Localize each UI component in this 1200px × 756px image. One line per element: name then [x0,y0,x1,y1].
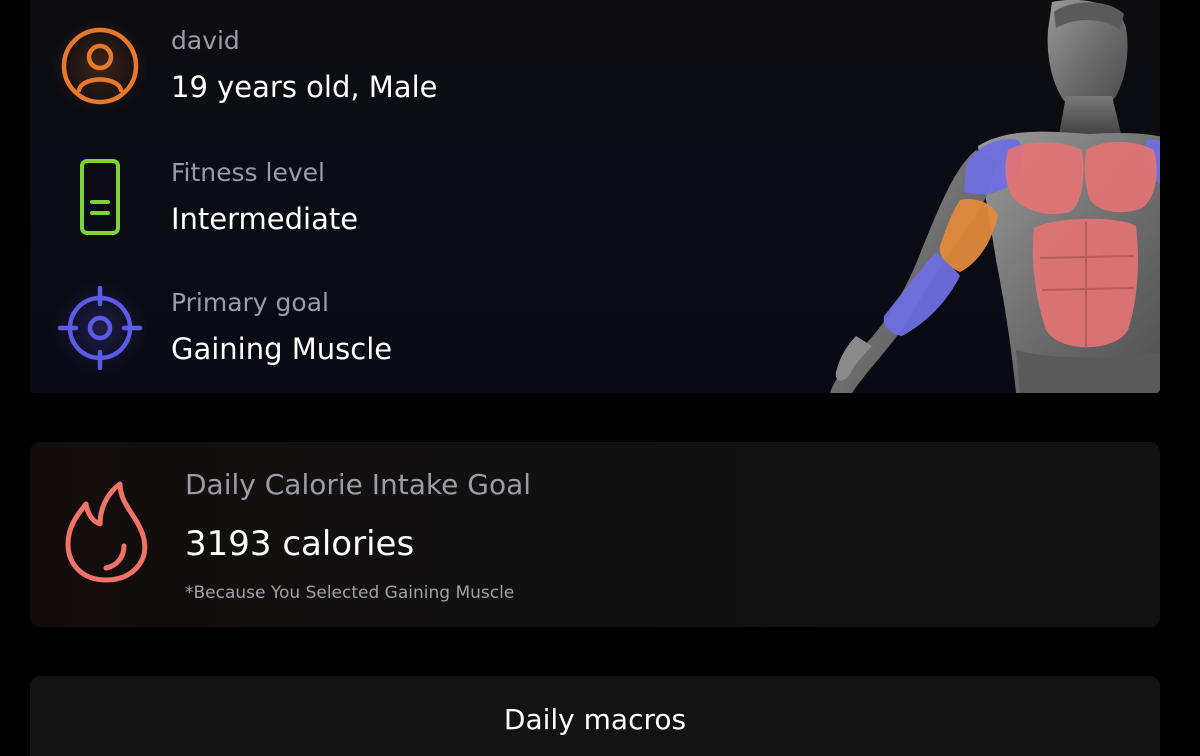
primary-goal-label: Primary goal [171,288,329,317]
page: david 19 years old, Male Fitness level I… [0,0,1200,756]
daily-macros-card: Daily macros [30,676,1160,756]
daily-macros-title: Daily macros [503,703,687,736]
calorie-goal-label: Daily Calorie Intake Goal [185,468,532,501]
target-icon [52,280,148,376]
user-icon [52,18,148,114]
calorie-goal-note: *Because You Selected Gaining Muscle [185,583,515,603]
primary-goal-value: Gaining Muscle [171,332,393,366]
fitness-level-value: Intermediate [171,202,359,236]
primary-goal-row: Primary goal Gaining Muscle [30,276,630,386]
muscle-body-figure [790,0,1160,393]
user-row: david 19 years old, Male [30,14,630,124]
profile-card: david 19 years old, Male Fitness level I… [30,0,1160,393]
clipboard-icon [52,150,148,246]
calorie-goal-card: Daily Calorie Intake Goal 3193 calories … [30,442,1160,627]
calorie-goal-value: 3193 calories [185,524,415,564]
user-name: david [171,26,240,55]
user-details: 19 years old, Male [171,70,438,104]
flame-icon [60,480,152,588]
fitness-level-row: Fitness level Intermediate [30,146,630,256]
fitness-level-label: Fitness level [171,158,325,187]
